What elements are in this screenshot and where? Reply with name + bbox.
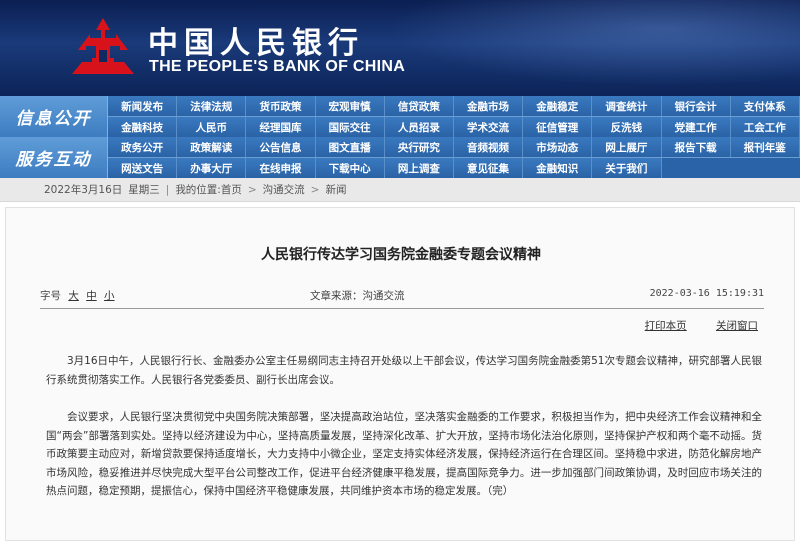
nav-item[interactable]: 网上调查 — [384, 158, 454, 178]
font-size-large-link[interactable]: 大 — [68, 290, 79, 302]
nav-item[interactable]: 学术交流 — [453, 117, 524, 137]
nav-item[interactable]: 金融稳定 — [523, 96, 593, 116]
nav-item[interactable]: 公告信息 — [246, 137, 316, 157]
breadcrumb-communication[interactable]: 沟通交流 — [263, 182, 305, 197]
breadcrumb-arrow-icon: > — [310, 183, 320, 196]
nav-item[interactable]: 工会工作 — [730, 117, 800, 137]
nav-item[interactable]: 在线申报 — [246, 158, 316, 178]
header-light-streak — [340, 0, 800, 96]
nav-item[interactable]: 意见征集 — [453, 158, 524, 178]
pboc-emblem-icon[interactable] — [70, 16, 136, 76]
bank-name-chinese: 中国人民银行 — [148, 26, 364, 61]
bank-name-english: THE PEOPLE'S BANK OF CHINA — [149, 58, 406, 75]
article-paragraph: 3月16日中午，人民银行行长、金融委办公室主任易纲同志主持召开处级以上干部会议，… — [46, 355, 762, 386]
nav-item[interactable]: 人民币 — [177, 117, 247, 137]
nav-group-info-disclosure: 信息公开 新闻发布 法律法规 货币政策 宏观审慎 信贷政策 金融市场 金融稳定 … — [0, 96, 800, 137]
nav-group-label-service: 服务互动 — [0, 137, 108, 178]
nav-item[interactable]: 报刊年鉴 — [730, 137, 800, 157]
article-title: 人民银行传达学习国务院金融委专题会议精神 — [261, 247, 541, 263]
nav-row: 网送文告 办事大厅 在线申报 下载中心 网上调查 意见征集 金融知识 关于我们 — [108, 157, 800, 178]
close-window-link[interactable]: 关闭窗口 — [716, 320, 758, 332]
location-label: 我的位置: — [175, 184, 221, 196]
nav-item[interactable]: 征信管理 — [523, 117, 593, 137]
font-size-controls: 字号 大 中 小 — [40, 288, 115, 303]
nav-item[interactable]: 信贷政策 — [384, 96, 454, 116]
nav-item[interactable]: 网上展厅 — [592, 137, 662, 157]
nav-item[interactable]: 央行研究 — [384, 137, 454, 157]
nav-item[interactable]: 支付体系 — [730, 96, 800, 116]
article-paragraph: 会议要求，人民银行坚决贯彻党中央国务院决策部署，坚决提高政治站位，坚决落实金融委… — [46, 411, 762, 497]
nav-row: 金融科技 人民币 经理国库 国际交往 人员招录 学术交流 征信管理 反洗钱 党建… — [108, 116, 800, 137]
breadcrumb-separator: | — [165, 183, 170, 196]
nav-group-label-info: 信息公开 — [0, 96, 108, 137]
nav-item[interactable]: 宏观审慎 — [315, 96, 385, 116]
site-header: 中国人民银行 THE PEOPLE'S BANK OF CHINA — [0, 0, 800, 96]
nav-item[interactable]: 政务公开 — [108, 137, 178, 157]
meta-divider — [40, 308, 764, 309]
breadcrumb-news[interactable]: 新闻 — [325, 182, 346, 197]
current-weekday: 星期三 — [128, 184, 160, 196]
nav-item[interactable]: 政策解读 — [177, 137, 247, 157]
nav-item[interactable]: 新闻发布 — [108, 96, 178, 116]
font-size-label: 字号 — [40, 290, 61, 302]
nav-item[interactable]: 货币政策 — [246, 96, 316, 116]
nav-item[interactable]: 下载中心 — [315, 158, 385, 178]
nav-item[interactable]: 办事大厅 — [177, 158, 247, 178]
nav-item[interactable]: 经理国库 — [246, 117, 316, 137]
nav-item[interactable]: 音频视频 — [453, 137, 524, 157]
article-meta: 字号 大 中 小 文章来源：沟通交流 2022-03-16 15:19:31 — [40, 288, 764, 304]
nav-item[interactable]: 图文直播 — [315, 137, 385, 157]
main-navigation: 信息公开 新闻发布 法律法规 货币政策 宏观审慎 信贷政策 金融市场 金融稳定 … — [0, 96, 800, 178]
nav-item[interactable]: 关于我们 — [592, 158, 662, 178]
nav-item[interactable]: 法律法规 — [177, 96, 247, 116]
article-panel: 人民银行传达学习国务院金融委专题会议精神 字号 大 中 小 文章来源：沟通交流 … — [5, 207, 795, 541]
breadcrumb-arrow-icon: > — [247, 183, 257, 196]
font-size-medium-link[interactable]: 中 — [86, 290, 97, 302]
nav-item[interactable]: 报告下载 — [661, 137, 731, 157]
nav-item[interactable]: 调查统计 — [592, 96, 662, 116]
nav-group-service-interaction: 服务互动 政务公开 政策解读 公告信息 图文直播 央行研究 音频视频 市场动态 … — [0, 137, 800, 178]
nav-item[interactable]: 市场动态 — [523, 137, 593, 157]
article-datetime: 2022-03-16 15:19:31 — [649, 288, 764, 299]
nav-item[interactable]: 反洗钱 — [592, 117, 662, 137]
article-actions: 打印本页 关闭窗口 — [619, 318, 758, 333]
nav-item[interactable]: 金融市场 — [453, 96, 524, 116]
nav-item[interactable]: 人员招录 — [384, 117, 454, 137]
nav-item[interactable]: 金融知识 — [523, 158, 593, 178]
nav-item[interactable]: 党建工作 — [661, 117, 731, 137]
nav-item[interactable]: 网送文告 — [108, 158, 178, 178]
nav-item[interactable]: 金融科技 — [108, 117, 178, 137]
print-page-link[interactable]: 打印本页 — [645, 320, 687, 332]
nav-item[interactable]: 国际交往 — [315, 117, 385, 137]
nav-row: 新闻发布 法律法规 货币政策 宏观审慎 信贷政策 金融市场 金融稳定 调查统计 … — [108, 96, 800, 116]
breadcrumb: 2022年3月16日 星期三 | 我的位置: 首页 > 沟通交流 > 新闻 — [0, 178, 800, 202]
nav-row: 政务公开 政策解读 公告信息 图文直播 央行研究 音频视频 市场动态 网上展厅 … — [108, 137, 800, 157]
article-source: 文章来源：沟通交流 — [310, 290, 405, 302]
breadcrumb-home[interactable]: 首页 — [221, 182, 242, 197]
current-date: 2022年3月16日 — [44, 184, 123, 196]
font-size-small-link[interactable]: 小 — [104, 290, 115, 302]
nav-item[interactable]: 银行会计 — [661, 96, 731, 116]
